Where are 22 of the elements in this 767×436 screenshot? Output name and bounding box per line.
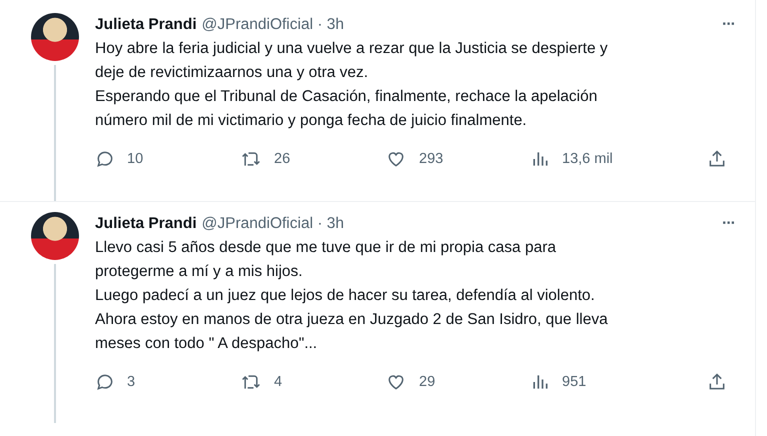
author-name[interactable]: Julieta Prandi [95,16,197,34]
share-icon[interactable] [707,149,727,169]
view-count: 13,6 mil [562,151,613,167]
like-count: 293 [419,151,444,167]
tweet-text: Llevo casi 5 años desde que me tuve que ir de mi propia casa para protegerme a mí y a mis hijos. Luego padecí a un juez que lejos de hacer su tarea, defendía al violento. Ahora estoy en manos de otra jueza en Juzgado 2 de San Isidro, que lleva meses con todo " A despacho"... [95,238,609,354]
reply-count: 3 [127,374,136,390]
avatar-photo-placeholder[interactable] [30,13,78,61]
like-count: 29 [419,374,436,390]
tweet-text: Hoy abre la feria judicial y una vuelve a rezar que la Justicia se despierte y deje de revictimizaarnos una y otra vez. Esperando que el Tribunal de Casación, finalmente, rechace la apelación número mil de mi victimario y ponga fecha de juicio finalmente. [95,39,609,131]
reply-icon[interactable] [95,372,115,392]
reply-icon[interactable] [95,149,115,169]
retweet-count: 4 [274,374,282,390]
more-options-button[interactable]: ··· [716,16,741,34]
more-options-button[interactable]: ··· [716,215,741,233]
share-icon[interactable] [707,372,727,392]
author-handle[interactable]: @JPrandiOficial · 3h [202,16,344,34]
reply-count: 10 [127,151,144,167]
retweet-count: 26 [274,151,290,167]
view-count: 951 [562,374,586,390]
avatar-photo-placeholder[interactable] [30,212,78,260]
author-handle[interactable]: @JPrandiOficial · 3h [202,215,344,233]
author-name[interactable]: Julieta Prandi [95,215,197,233]
